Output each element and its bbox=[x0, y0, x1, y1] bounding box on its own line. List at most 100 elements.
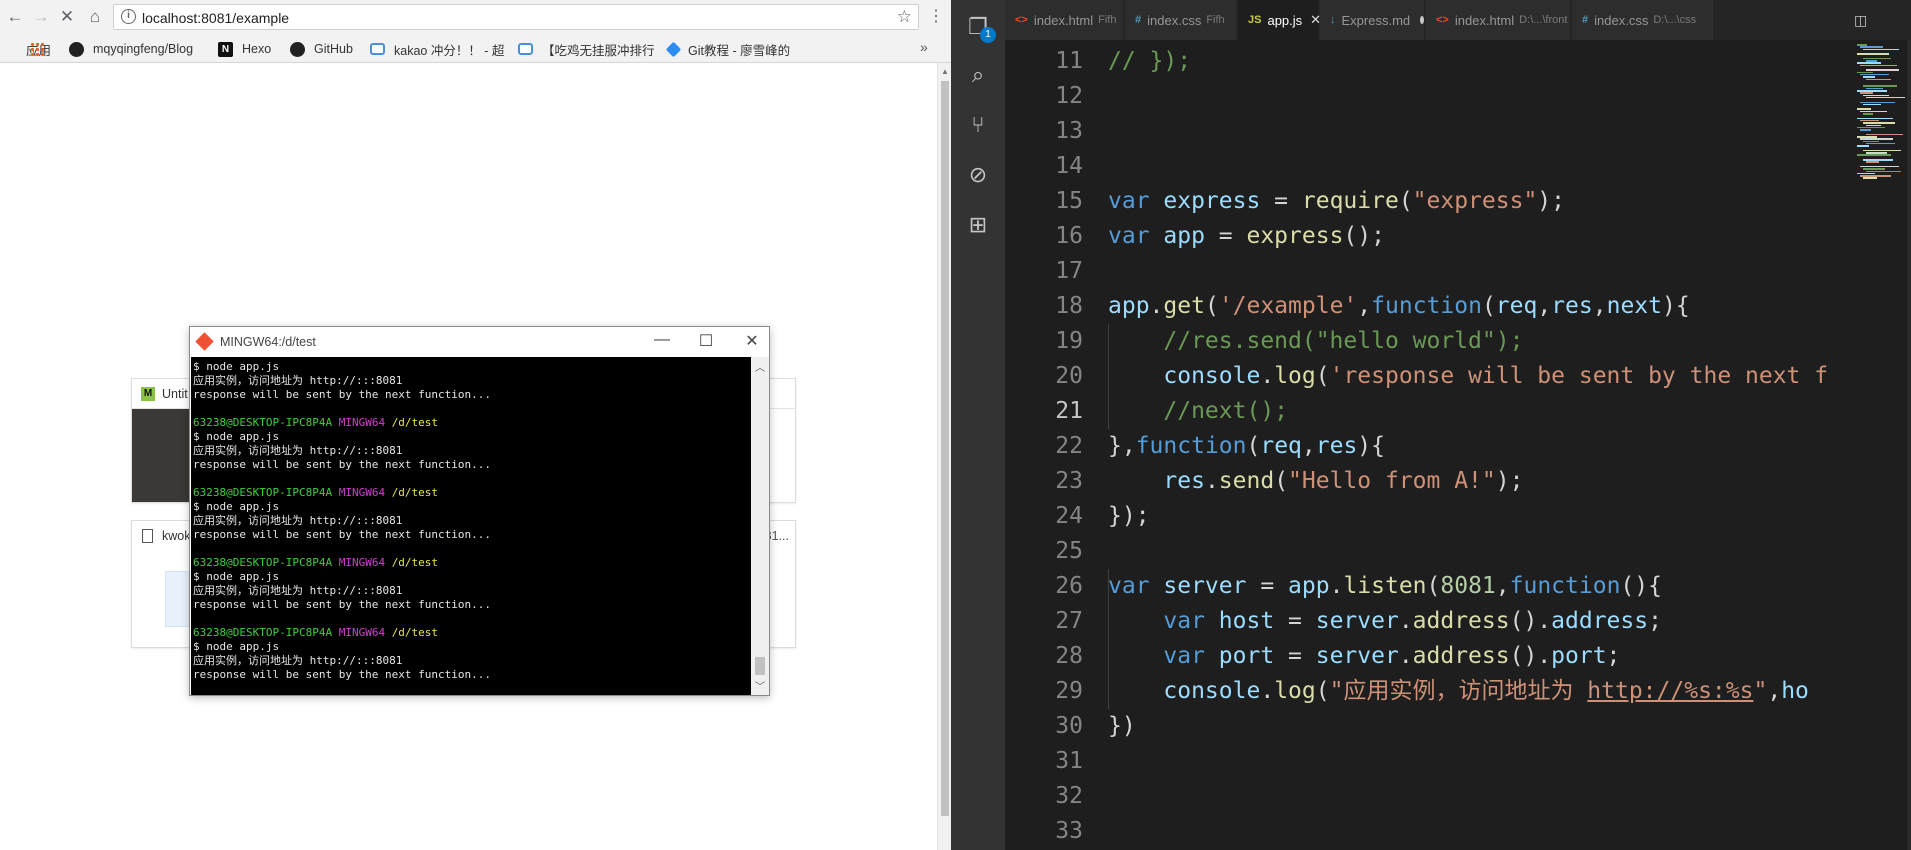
scroll-up-icon[interactable]: ︿ bbox=[755, 359, 765, 374]
more-bookmarks-icon[interactable]: » bbox=[920, 39, 928, 55]
minimap-line bbox=[1866, 142, 1895, 145]
search-icon[interactable]: ⌕ bbox=[965, 62, 991, 88]
scroll-down-icon[interactable]: ﹀ bbox=[755, 678, 765, 693]
code-line[interactable]: var host = server.address().address; bbox=[1108, 604, 1662, 639]
minimap-line bbox=[1866, 69, 1899, 71]
line-number: 15 bbox=[1055, 188, 1083, 214]
page-scrollbar[interactable]: ▲ bbox=[937, 63, 951, 850]
minimap-line bbox=[1857, 145, 1869, 147]
minimap-line bbox=[1863, 48, 1899, 51]
explorer-icon[interactable]: ❐ 1 bbox=[965, 14, 996, 43]
url-text[interactable]: localhost:8081/example bbox=[142, 10, 289, 26]
code-line[interactable]: var express = require("express"); bbox=[1108, 184, 1565, 219]
code-line[interactable]: }) bbox=[1108, 709, 1136, 744]
code-line[interactable]: },function(req,res){ bbox=[1108, 429, 1385, 464]
code-line[interactable]: var app = express(); bbox=[1108, 219, 1385, 254]
back-icon[interactable]: ← bbox=[4, 6, 26, 28]
editor-tab[interactable]: ↓ Express.md bbox=[1320, 0, 1425, 40]
tab-description: Fifh bbox=[1206, 14, 1225, 26]
tab-label: index.html bbox=[1033, 12, 1094, 28]
tab-label: index.html bbox=[1454, 12, 1515, 28]
stop-loading-icon[interactable]: ✕ bbox=[56, 6, 78, 28]
scrollbar-thumb[interactable] bbox=[941, 81, 949, 816]
scrollbar-thumb[interactable] bbox=[755, 657, 765, 675]
editor-tab[interactable]: <> index.html D:\...\front bbox=[1426, 0, 1571, 40]
editor-tab[interactable]: JS app.js ✕ bbox=[1238, 0, 1321, 40]
bookmark-label: Git教程 - 廖雪峰的 bbox=[688, 43, 791, 58]
editor-tab[interactable]: # index.css Fifh bbox=[1125, 0, 1237, 40]
source-control-icon[interactable]: ⑂ bbox=[965, 112, 991, 138]
minimap-line bbox=[1860, 73, 1889, 76]
tab-label: index.css bbox=[1594, 12, 1649, 28]
bookmark-chiji[interactable]: 【吃鸡无挂服冲排行 bbox=[518, 40, 660, 58]
minimap-line bbox=[1863, 103, 1881, 106]
minimap-line bbox=[1866, 152, 1887, 154]
bookmark-hexo[interactable]: N Hexo bbox=[218, 40, 271, 58]
code-line[interactable]: app.get('/example',function(req,res,next… bbox=[1108, 289, 1690, 324]
card-title: kwok bbox=[162, 529, 191, 543]
minimap-line bbox=[1860, 46, 1883, 48]
maximize-icon[interactable]: ☐ bbox=[696, 331, 716, 351]
editor-tab[interactable]: <> index.html Fifh bbox=[1005, 0, 1124, 40]
line-number: 32 bbox=[1055, 783, 1083, 809]
bookmark-apps[interactable]: 应用 bbox=[26, 40, 51, 58]
tab-description: Fifh bbox=[1098, 14, 1117, 26]
bilibili-icon bbox=[518, 43, 533, 55]
terminal-prompt-line: 63238@DESKTOP-IPC8P4A MINGW64 /d/test bbox=[193, 416, 439, 429]
terminal-line: $ node app.js bbox=[193, 360, 280, 373]
editor-scrollbar[interactable] bbox=[1907, 40, 1911, 850]
code-line[interactable]: console.log("应用实例，访问地址为 http://%s:%s",ho bbox=[1108, 674, 1809, 709]
code-line[interactable]: res.send("Hello from A!"); bbox=[1108, 464, 1523, 499]
bookmark-github[interactable]: GitHub bbox=[290, 40, 353, 58]
minimap-line bbox=[1863, 113, 1873, 115]
bookmark-star-icon[interactable]: ☆ bbox=[897, 7, 912, 27]
terminal-output[interactable]: $ node app.js 应用实例，访问地址为 http://:::8081 re… bbox=[191, 357, 751, 695]
tab-label: Express.md bbox=[1341, 12, 1411, 28]
bookmark-git-tutorial[interactable]: Git教程 - 廖雪峰的 bbox=[665, 40, 826, 58]
code-line[interactable]: var server = app.listen(8081,function(){ bbox=[1108, 569, 1662, 604]
code-line[interactable]: console.log('response will be sent by th… bbox=[1108, 359, 1828, 394]
address-bar[interactable]: i localhost:8081/example ☆ bbox=[113, 4, 919, 30]
code-line[interactable]: }); bbox=[1108, 499, 1150, 534]
terminal-scrollbar[interactable]: ︿ ﹀ bbox=[751, 357, 769, 695]
browser-menu-icon[interactable]: ⋮ bbox=[928, 6, 944, 26]
scroll-up-icon[interactable]: ▲ bbox=[941, 67, 949, 76]
terminal-line: response will be sent by the next functi… bbox=[193, 668, 492, 681]
minimap[interactable] bbox=[1855, 40, 1907, 850]
extensions-icon[interactable]: ⊞ bbox=[965, 212, 991, 238]
close-icon[interactable]: ✕ bbox=[742, 331, 762, 351]
editor-tab[interactable]: # index.css D:\...\css bbox=[1572, 0, 1714, 40]
minimap-line bbox=[1860, 101, 1895, 103]
unsaved-dot-icon[interactable] bbox=[1420, 16, 1424, 24]
minimap-line bbox=[1866, 87, 1883, 90]
split-editor-icon[interactable]: ◫ bbox=[1854, 12, 1867, 29]
bookmark-kakao[interactable]: kakao 冲分！！ - 超 bbox=[370, 40, 504, 58]
minimap-line bbox=[1866, 124, 1881, 126]
terminal-titlebar[interactable]: MINGW64:/d/test — ☐ ✕ bbox=[190, 327, 769, 357]
code-line[interactable]: //res.send("hello world"); bbox=[1108, 324, 1523, 359]
debug-icon[interactable]: ⊘ bbox=[965, 162, 991, 188]
bookmark-blog[interactable]: mqyqingfeng/Blog bbox=[69, 40, 201, 58]
code-line[interactable]: //next(); bbox=[1108, 394, 1288, 429]
activity-bar: ❐ 1 ⌕ ⑂ ⊘ ⊞ bbox=[951, 0, 1005, 850]
code-editor[interactable]: 11 // }); 12 13 14 15 var express = require("e… bbox=[1005, 40, 1855, 850]
minimap-line bbox=[1860, 110, 1887, 113]
home-icon[interactable]: ⌂ bbox=[84, 6, 106, 28]
line-number: 33 bbox=[1055, 818, 1083, 844]
terminal-line: response will be sent by the next functi… bbox=[193, 528, 492, 541]
line-number: 29 bbox=[1055, 678, 1083, 704]
browser-toolbar: ← → ✕ ⌂ i localhost:8081/example ☆ ⋮ bbox=[0, 0, 951, 34]
line-number: 21 bbox=[1055, 398, 1083, 424]
code-line[interactable]: // }); bbox=[1108, 44, 1191, 79]
minimap-line bbox=[1863, 177, 1877, 179]
minimap-line bbox=[1860, 92, 1873, 94]
terminal-title: MINGW64:/d/test bbox=[220, 335, 316, 349]
editor-tabs: <> index.html Fifh # index.css Fifh JS app.js ✕ ↓… bbox=[1005, 0, 1911, 40]
forward-icon[interactable]: → bbox=[30, 6, 52, 28]
terminal-window[interactable]: MINGW64:/d/test — ☐ ✕ $ node app.js 应用实例，… bbox=[189, 326, 770, 696]
code-line[interactable]: var port = server.address().port; bbox=[1108, 639, 1620, 674]
info-icon[interactable]: i bbox=[121, 9, 136, 24]
minimize-icon[interactable]: — bbox=[652, 331, 672, 349]
